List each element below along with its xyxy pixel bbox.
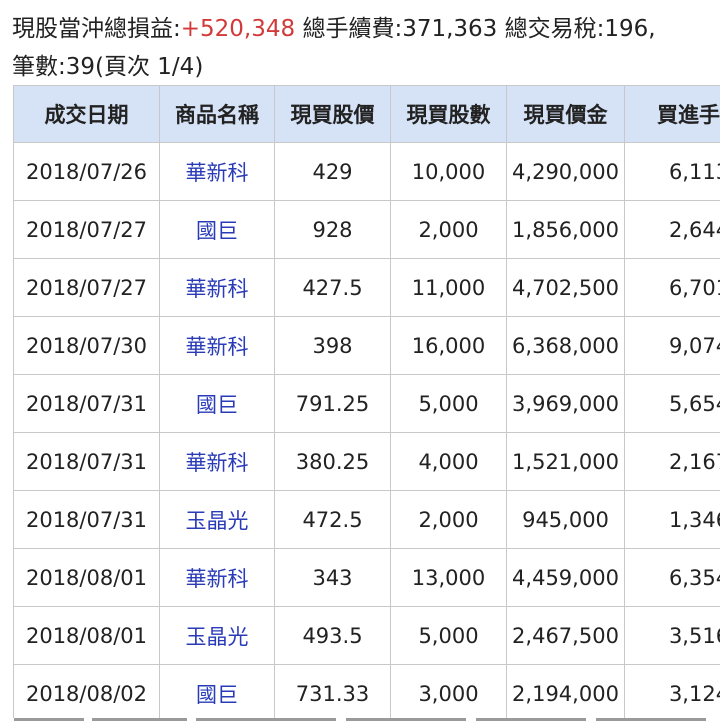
cell-shares: 10,000 <box>390 142 507 201</box>
cell-product-link[interactable]: 玉晶光 <box>159 606 275 665</box>
cell-price: 731.33 <box>274 664 391 723</box>
cell-date: 2018/08/01 <box>13 548 160 607</box>
cell-shares: 2,000 <box>390 200 507 259</box>
pl-label: 現股當沖總損益: <box>12 16 181 42</box>
cut-off-footer-text <box>0 718 720 728</box>
header-buy-fee: 買進手續 <box>624 85 720 143</box>
cell-date: 2018/07/30 <box>13 316 160 375</box>
cell-fee: 2,644 <box>624 200 720 259</box>
tax-value: 196, <box>604 16 656 42</box>
cell-date: 2018/07/27 <box>13 258 160 317</box>
cell-shares: 11,000 <box>390 258 507 317</box>
cell-product-link[interactable]: 華新科 <box>159 548 275 607</box>
cell-price: 429 <box>274 142 391 201</box>
table-row: 2018/07/30 華新科 398 16,000 6,368,000 9,07… <box>13 316 720 375</box>
table-row: 2018/07/31 國巨 791.25 5,000 3,969,000 5,6… <box>13 374 720 433</box>
cell-amount: 1,521,000 <box>506 432 625 491</box>
cell-fee: 3,124 <box>624 664 720 723</box>
cell-shares: 16,000 <box>390 316 507 375</box>
cell-price: 343 <box>274 548 391 607</box>
cell-price: 928 <box>274 200 391 259</box>
table-row: 2018/08/02 國巨 731.33 3,000 2,194,000 3,1… <box>13 664 720 723</box>
cell-amount: 4,290,000 <box>506 142 625 201</box>
cell-price: 791.25 <box>274 374 391 433</box>
cell-date: 2018/07/31 <box>13 432 160 491</box>
cell-amount: 6,368,000 <box>506 316 625 375</box>
cell-product-link[interactable]: 國巨 <box>159 374 275 433</box>
cell-date: 2018/07/27 <box>13 200 160 259</box>
header-buy-shares: 現買股數 <box>390 85 507 143</box>
summary-line: 現股當沖總損益:+520,348 總手續費:371,363 總交易稅:196, <box>12 14 656 44</box>
pl-value: +520,348 <box>180 16 296 42</box>
table-row: 2018/07/31 玉晶光 472.5 2,000 945,000 1,346 <box>13 490 720 549</box>
header-buy-price: 現買股價 <box>274 85 391 143</box>
cell-shares: 5,000 <box>390 374 507 433</box>
cell-shares: 13,000 <box>390 548 507 607</box>
cell-price: 398 <box>274 316 391 375</box>
cell-product-link[interactable]: 國巨 <box>159 200 275 259</box>
cell-fee: 6,113 <box>624 142 720 201</box>
cell-fee: 9,074 <box>624 316 720 375</box>
cell-fee: 1,346 <box>624 490 720 549</box>
cell-product-link[interactable]: 華新科 <box>159 316 275 375</box>
trade-table: 成交日期 商品名稱 現買股價 現買股數 現買價金 買進手續 2018/07/26… <box>13 85 720 723</box>
cell-amount: 3,969,000 <box>506 374 625 433</box>
cell-date: 2018/07/31 <box>13 490 160 549</box>
header-trade-date: 成交日期 <box>13 85 160 143</box>
cell-amount: 2,467,500 <box>506 606 625 665</box>
cell-product-link[interactable]: 國巨 <box>159 664 275 723</box>
cell-fee: 6,354 <box>624 548 720 607</box>
table-row: 2018/07/26 華新科 429 10,000 4,290,000 6,11… <box>13 142 720 201</box>
fee-value: 371,363 <box>402 16 498 42</box>
table-row: 2018/07/27 國巨 928 2,000 1,856,000 2,644 <box>13 200 720 259</box>
cell-product-link[interactable]: 華新科 <box>159 258 275 317</box>
cell-amount: 4,702,500 <box>506 258 625 317</box>
cell-product-link[interactable]: 華新科 <box>159 142 275 201</box>
header-buy-amount: 現買價金 <box>506 85 625 143</box>
cell-amount: 2,194,000 <box>506 664 625 723</box>
table-row: 2018/07/31 華新科 380.25 4,000 1,521,000 2,… <box>13 432 720 491</box>
cell-shares: 4,000 <box>390 432 507 491</box>
cell-date: 2018/07/26 <box>13 142 160 201</box>
cell-amount: 4,459,000 <box>506 548 625 607</box>
cell-price: 380.25 <box>274 432 391 491</box>
table-row: 2018/08/01 玉晶光 493.5 5,000 2,467,500 3,5… <box>13 606 720 665</box>
cell-price: 427.5 <box>274 258 391 317</box>
cell-product-link[interactable]: 玉晶光 <box>159 490 275 549</box>
cell-date: 2018/08/02 <box>13 664 160 723</box>
table-header-row: 成交日期 商品名稱 現買股價 現買股數 現買價金 買進手續 <box>13 85 720 143</box>
record-count: 筆數:39(頁次 1/4) <box>12 54 204 80</box>
cell-fee: 6,701 <box>624 258 720 317</box>
cell-amount: 945,000 <box>506 490 625 549</box>
cell-shares: 5,000 <box>390 606 507 665</box>
table-row: 2018/07/27 華新科 427.5 11,000 4,702,500 6,… <box>13 258 720 317</box>
fee-label: 總手續費: <box>295 16 403 42</box>
cell-product-link[interactable]: 華新科 <box>159 432 275 491</box>
cell-fee: 2,167 <box>624 432 720 491</box>
cell-date: 2018/07/31 <box>13 374 160 433</box>
header-product-name: 商品名稱 <box>159 85 275 143</box>
cell-shares: 2,000 <box>390 490 507 549</box>
cell-price: 493.5 <box>274 606 391 665</box>
cell-fee: 5,654 <box>624 374 720 433</box>
table-row: 2018/08/01 華新科 343 13,000 4,459,000 6,35… <box>13 548 720 607</box>
cell-date: 2018/08/01 <box>13 606 160 665</box>
trade-table-container[interactable]: 成交日期 商品名稱 現買股價 現買股數 現買價金 買進手續 2018/07/26… <box>13 85 720 723</box>
cell-price: 472.5 <box>274 490 391 549</box>
tax-label: 總交易稅: <box>497 16 605 42</box>
cell-fee: 3,516 <box>624 606 720 665</box>
cell-amount: 1,856,000 <box>506 200 625 259</box>
cell-shares: 3,000 <box>390 664 507 723</box>
